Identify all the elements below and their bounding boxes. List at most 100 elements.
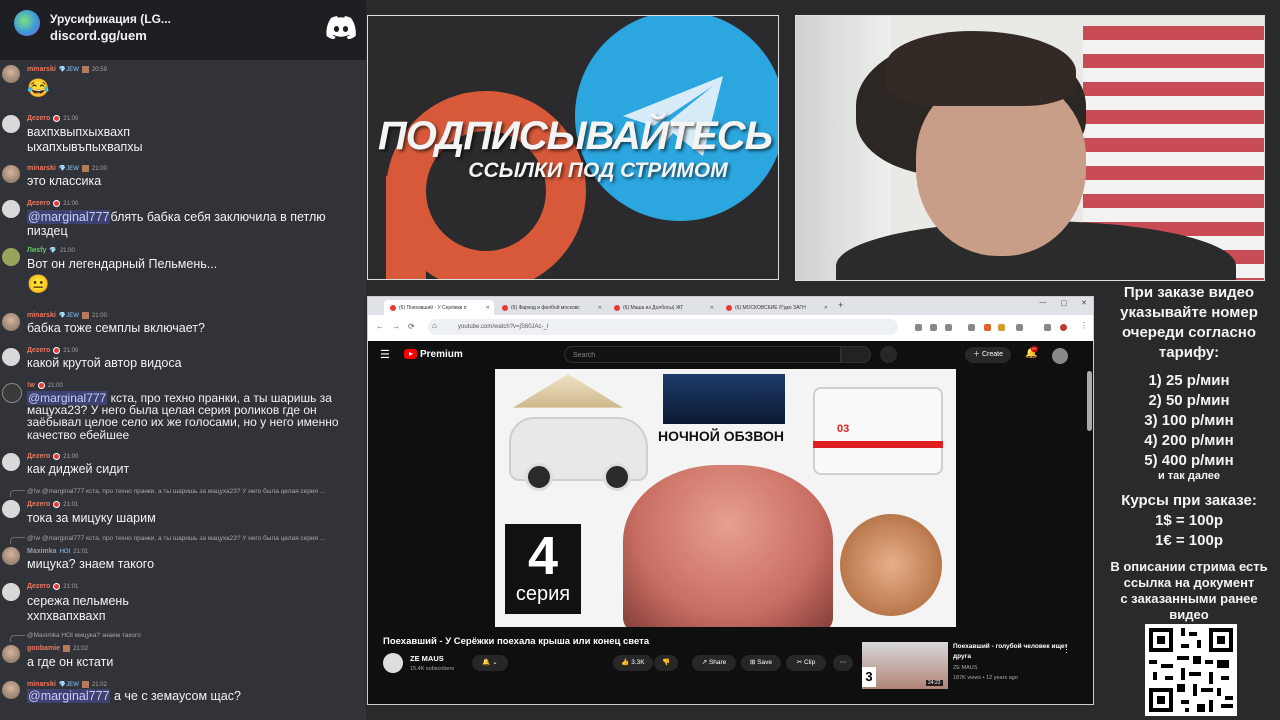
username[interactable]: Дezero	[27, 200, 50, 207]
username[interactable]: Дezero	[27, 501, 50, 508]
server-icon	[14, 10, 40, 36]
clip-button[interactable]: ✂ Clip	[786, 655, 826, 671]
username[interactable]: goobamie	[27, 645, 60, 652]
url-field[interactable]: youtube.com/watch?v=jS60JAc-_I	[428, 319, 898, 335]
forward-icon[interactable]: →	[392, 322, 400, 331]
close-icon[interactable]: ✕	[486, 305, 490, 311]
avatar[interactable]	[2, 248, 20, 266]
boosty-logo-stem	[386, 176, 426, 279]
timestamp: 21:00	[63, 453, 79, 460]
avatar[interactable]	[2, 313, 20, 331]
reload-icon[interactable]: ⟳	[408, 322, 415, 331]
avatar[interactable]	[2, 547, 20, 565]
back-icon[interactable]: ←	[376, 322, 384, 331]
car-wheel	[603, 463, 631, 491]
home-icon[interactable]: ⌂	[432, 321, 437, 330]
username[interactable]: Дezero	[27, 453, 50, 460]
microphone-icon[interactable]	[880, 346, 897, 363]
mention[interactable]: @marginal777	[27, 689, 111, 703]
avatar[interactable]	[2, 583, 20, 601]
extension-icon[interactable]	[998, 324, 1005, 331]
account-avatar[interactable]	[1052, 348, 1068, 364]
avatar[interactable]	[2, 645, 20, 663]
reply-preview[interactable]: @Maximka HOI мицука? знаем такого	[27, 632, 141, 639]
browser-tab[interactable]: (6) Фарход и фелбой московс ✕	[496, 300, 606, 315]
save-button[interactable]: ⊞ Save	[741, 655, 781, 671]
message-text: тока за мицуку шарим	[27, 511, 156, 525]
new-tab-icon[interactable]: +	[838, 300, 843, 310]
hamburger-menu-icon[interactable]: ☰	[380, 348, 390, 361]
avatar[interactable]	[2, 115, 20, 133]
close-icon[interactable]: ✕	[598, 305, 602, 311]
mention[interactable]: @marginal777	[27, 210, 111, 224]
dislike-button[interactable]: 👎	[654, 655, 678, 671]
live-badge-icon	[53, 501, 61, 508]
username[interactable]: !w	[27, 382, 35, 389]
close-icon[interactable]: ✕	[824, 305, 828, 311]
video-title: Поехавший - У Серёжки поехала крыша или …	[383, 636, 650, 647]
like-button[interactable]: 👍 3.3K	[613, 655, 653, 671]
minimize-icon[interactable]: —	[1040, 299, 1047, 307]
avatar[interactable]	[2, 453, 20, 471]
recommended-episode-number: 3	[862, 667, 876, 687]
close-window-icon[interactable]: ✕	[1081, 299, 1087, 307]
close-icon[interactable]: ✕	[710, 305, 714, 311]
youtube-favicon-icon	[390, 304, 396, 311]
username[interactable]: minarski	[27, 66, 56, 73]
chat-message: Дezero 21:00 вахпхвыпхыхвахп ыхапхывъпых…	[0, 112, 366, 154]
recommended-title[interactable]: Поехавший - голубой человек ищет друга	[953, 642, 1068, 662]
menu-dots-icon[interactable]: ⋮	[1080, 321, 1088, 330]
youtube-brand[interactable]: Premium	[420, 349, 463, 360]
scrollbar-thumb[interactable]	[1087, 371, 1092, 431]
chat-header: Урусификация (LG... discord.gg/uem	[0, 0, 366, 60]
video-player[interactable]: НОЧНОЙ ОБЗВОН 03 4 серия	[368, 369, 1085, 627]
username[interactable]: Дezero	[27, 583, 50, 590]
username[interactable]: Maximka	[27, 548, 57, 555]
profile-icon[interactable]	[1060, 324, 1067, 331]
reply-preview[interactable]: @!w @marginal777 кста, про техно пранки,…	[27, 488, 325, 495]
browser-tab[interactable]: (6) Поехавший - У Серёжки п ✕	[384, 300, 494, 315]
avatar[interactable]	[2, 65, 20, 83]
timestamp: 21:00	[63, 200, 79, 207]
extension-icon[interactable]	[984, 324, 991, 331]
extensions-puzzle-icon[interactable]	[1016, 324, 1023, 331]
avatar[interactable]	[2, 200, 20, 218]
username[interactable]: minarski	[27, 681, 56, 688]
avatar[interactable]	[2, 681, 20, 699]
avatar[interactable]	[2, 348, 20, 366]
youtube-favicon-icon	[614, 304, 620, 311]
bookmark-star-icon[interactable]	[968, 324, 975, 331]
username[interactable]: minarski	[27, 165, 56, 172]
more-actions-button[interactable]: ⋯	[833, 655, 853, 671]
avatar[interactable]	[2, 500, 20, 518]
search-input[interactable]: Search	[564, 346, 841, 363]
car-wheel	[525, 463, 553, 491]
sidebar-icon[interactable]	[1044, 324, 1051, 331]
address-bar-row: ← → ⟳ youtube.com/watch?v=jS60JAc-_I ⌂ ⋮	[368, 315, 1093, 342]
live-badge-icon	[53, 115, 61, 122]
username[interactable]: Дezero	[27, 347, 50, 354]
server-invite-link[interactable]: discord.gg/uem	[50, 28, 147, 43]
channel-avatar[interactable]	[383, 653, 403, 673]
chat-message: !w 21:00 @marginal777 кста, про техно пр…	[0, 380, 366, 444]
browser-tab[interactable]: (6) МОСКОВСКИЕ б*дко ЗАГН ✕	[720, 300, 832, 315]
browser-tab[interactable]: (6) Маша из Долбосы) ЖГ ✕	[608, 300, 718, 315]
maximize-icon[interactable]: ▢	[1061, 299, 1068, 307]
zoom-icon[interactable]	[915, 324, 922, 331]
subscribed-bell-button[interactable]: 🔔 ⌄	[472, 655, 508, 671]
username[interactable]: minarski	[27, 312, 56, 319]
avatar[interactable]	[2, 383, 22, 403]
share-button[interactable]: ↗ Share	[692, 655, 736, 671]
cast-icon[interactable]	[930, 324, 937, 331]
username[interactable]: Лиsfy	[27, 247, 46, 254]
channel-name[interactable]: ZE MAUS	[410, 654, 444, 663]
reply-preview[interactable]: @!w @marginal777 кста, про техно пранки,…	[27, 535, 325, 542]
timestamp: 21:00	[63, 347, 79, 354]
username[interactable]: Дezero	[27, 115, 50, 122]
share-icon[interactable]	[945, 324, 952, 331]
search-icon[interactable]	[841, 346, 871, 363]
recommended-channel[interactable]: ZE MAUS	[953, 665, 977, 671]
menu-dots-icon[interactable]: ⋮	[1062, 644, 1071, 655]
avatar[interactable]	[2, 165, 20, 183]
create-button[interactable]: ＋ Create	[965, 347, 1011, 363]
